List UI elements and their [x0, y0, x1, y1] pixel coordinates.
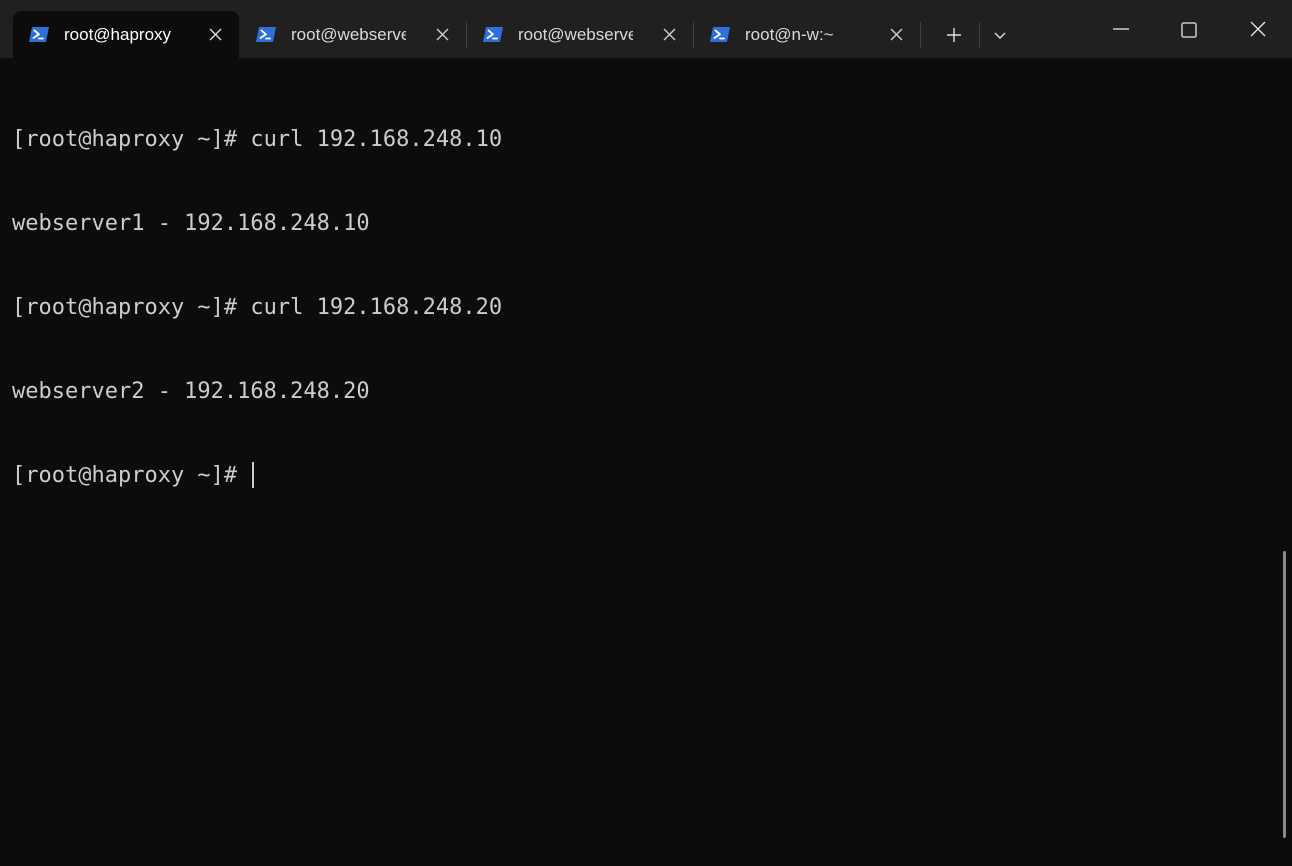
- tab-webserver2[interactable]: root@webserver2: [467, 11, 693, 58]
- powershell-icon: [482, 26, 504, 43]
- powershell-icon: [28, 26, 50, 43]
- terminal-line: webserver1 - 192.168.248.10: [12, 211, 370, 236]
- text-cursor: [252, 462, 254, 488]
- tab-dropdown-button[interactable]: [987, 22, 1013, 48]
- terminal-prompt: [root@haproxy ~]#: [12, 463, 251, 488]
- scrollbar-thumb[interactable]: [1283, 551, 1286, 838]
- tab-webserver1[interactable]: root@webserver1: [240, 11, 466, 58]
- maximize-button[interactable]: [1166, 14, 1212, 46]
- terminal-prompt-line[interactable]: [root@haproxy ~]#: [12, 462, 502, 490]
- tab-title: root@webserver1: [291, 25, 406, 44]
- close-tab-icon[interactable]: [208, 27, 223, 42]
- terminal-window: root@haproxy root@webserver1: [0, 0, 1292, 866]
- plus-icon: [941, 27, 967, 43]
- terminal-line: webserver2 - 192.168.248.20: [12, 379, 370, 404]
- terminal-output: [root@haproxy ~]# curl 192.168.248.10 we…: [12, 70, 502, 546]
- tab-title: root@haproxy: [64, 25, 172, 44]
- tab-separator: [979, 22, 980, 48]
- maximize-icon: [1166, 14, 1212, 46]
- minimize-icon: [1098, 14, 1144, 46]
- terminal-line: [root@haproxy ~]# curl 192.168.248.10: [12, 127, 503, 152]
- close-tab-icon[interactable]: [662, 27, 677, 42]
- close-tab-icon[interactable]: [435, 27, 450, 42]
- chevron-down-icon: [987, 27, 1013, 43]
- new-tab-button[interactable]: [941, 22, 967, 48]
- powershell-icon: [255, 26, 277, 43]
- terminal-pane[interactable]: [root@haproxy ~]# curl 192.168.248.10 we…: [0, 58, 1292, 866]
- close-window-button[interactable]: [1235, 14, 1281, 46]
- close-icon: [1235, 14, 1281, 46]
- minimize-button[interactable]: [1098, 14, 1144, 46]
- tab-n-w[interactable]: root@n-w:~: [694, 11, 920, 58]
- tab-separator: [920, 22, 921, 48]
- terminal-line: [root@haproxy ~]# curl 192.168.248.20: [12, 295, 503, 320]
- powershell-icon: [709, 26, 731, 43]
- tab-haproxy[interactable]: root@haproxy: [13, 11, 239, 58]
- tab-strip: root@haproxy root@webserver1: [0, 0, 1292, 58]
- tab-title: root@webserver2: [518, 25, 633, 44]
- tab-title: root@n-w:~: [745, 25, 834, 44]
- close-tab-icon[interactable]: [889, 27, 904, 42]
